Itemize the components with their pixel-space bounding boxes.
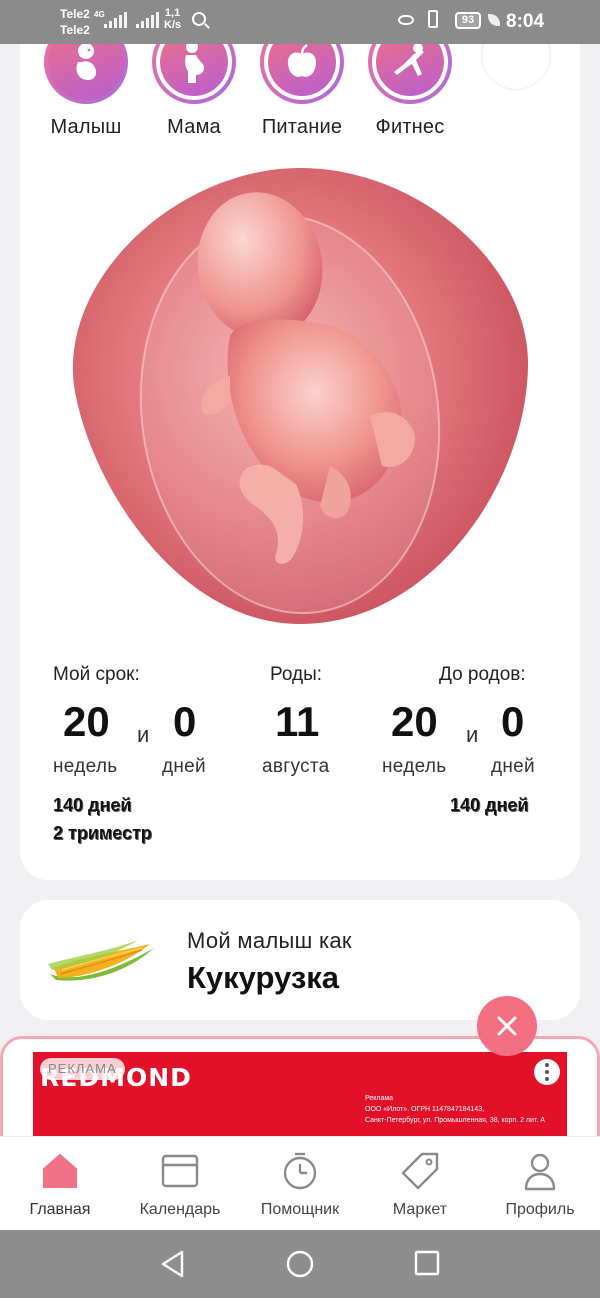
until-total-days: 140 дней	[450, 795, 529, 815]
nav-home[interactable]: Главная	[0, 1149, 120, 1219]
carrier-labels: Tele2 Tele2	[60, 6, 90, 38]
nav-market[interactable]: Маркет	[360, 1149, 480, 1219]
ad-legal-line-1: Реклама	[365, 1095, 394, 1102]
birth-day: 11	[275, 698, 320, 745]
category-nutrition-label: Питание	[261, 116, 343, 138]
speed-value: 1,1	[164, 7, 181, 19]
calendar-icon	[161, 1154, 199, 1188]
ad-label: РЕКЛАМА	[40, 1058, 125, 1080]
term-weeks-unit: недель	[53, 756, 118, 777]
nav-assistant-label: Помощник	[260, 1201, 340, 1218]
category-mom-label: Мама	[167, 116, 221, 138]
category-baby-label: Малыш	[50, 116, 122, 138]
stopwatch-icon	[283, 1152, 317, 1190]
nav-calendar-label: Календарь	[139, 1201, 221, 1218]
system-navigation-bar	[0, 1230, 600, 1298]
pregnant-mother-icon	[185, 41, 204, 83]
status-bar: Tele2 Tele2 4G 1,1 K/s 93 8:04	[0, 0, 600, 44]
ad-legal-text: Реклама ООО «Илот». ОГРН 1147847184143, …	[365, 1093, 565, 1126]
nav-home-label: Главная	[29, 1201, 91, 1218]
nav-market-label: Маркет	[392, 1201, 448, 1218]
baby-size-prefix: Мой малыш как	[187, 928, 352, 953]
signal-icon	[104, 12, 127, 28]
nav-profile-label: Профиль	[505, 1201, 575, 1218]
term-days: 0	[173, 698, 197, 745]
leaf-icon	[488, 14, 500, 26]
nav-assistant[interactable]: Помощник	[240, 1149, 360, 1219]
recents-icon[interactable]	[414, 1250, 440, 1276]
ad-legal-line-2: ООО «Илот». ОГРН 1147847184143,	[365, 1106, 485, 1113]
ad-legal-line-3: Санкт-Петербург, ул. Промышленная, 38, к…	[365, 1117, 545, 1124]
nav-calendar[interactable]: Календарь	[120, 1149, 240, 1219]
term-days-unit: дней	[162, 756, 206, 777]
back-icon[interactable]	[160, 1250, 186, 1278]
birth-label: Роды:	[270, 664, 323, 685]
birth-month: августа	[262, 756, 330, 777]
speed-unit: K/s	[164, 19, 182, 31]
close-ad-button[interactable]	[477, 996, 537, 1056]
term-and: и	[137, 722, 150, 747]
until-label: До родов:	[439, 664, 526, 685]
profile-icon	[524, 1153, 556, 1191]
clock: 8:04	[506, 11, 545, 32]
bottom-navigation: Главная Календарь Помощник Маркет Профил…	[0, 1136, 600, 1230]
ad-more-button[interactable]	[534, 1059, 560, 1085]
network-speed: 1,1 K/s	[164, 7, 181, 31]
until-days-unit: дней	[491, 756, 535, 777]
corn-image	[48, 940, 154, 981]
term-label: Мой срок:	[53, 664, 140, 685]
until-weeks: 20	[391, 698, 438, 745]
until-weeks-unit: недель	[382, 756, 447, 777]
tag-icon	[401, 1152, 439, 1190]
category-fitness-label: Фитнес	[375, 116, 445, 138]
carrier-2: Tele2	[60, 23, 90, 37]
apple-icon	[287, 44, 317, 77]
trimester: 2 триместр	[53, 823, 152, 843]
eye-icon	[398, 15, 414, 25]
close-icon	[497, 1016, 517, 1036]
baby-icon	[76, 43, 96, 80]
signal-icon-2	[136, 12, 159, 28]
until-days: 0	[501, 698, 525, 745]
baby-size-name: Кукурузка	[187, 960, 340, 995]
search-icon	[192, 12, 206, 26]
term-total-days: 140 дней	[53, 795, 132, 815]
fitness-icon	[394, 43, 424, 76]
battery-icon: 93	[455, 12, 481, 29]
until-and: и	[466, 722, 479, 747]
home-icon	[43, 1154, 77, 1188]
carrier-1: Tele2	[60, 7, 90, 21]
vibrate-icon	[428, 10, 438, 28]
term-weeks: 20	[63, 698, 110, 745]
nav-profile[interactable]: Профиль	[480, 1149, 600, 1219]
fetus-image	[72, 168, 529, 624]
home-circle-icon[interactable]	[286, 1250, 314, 1278]
